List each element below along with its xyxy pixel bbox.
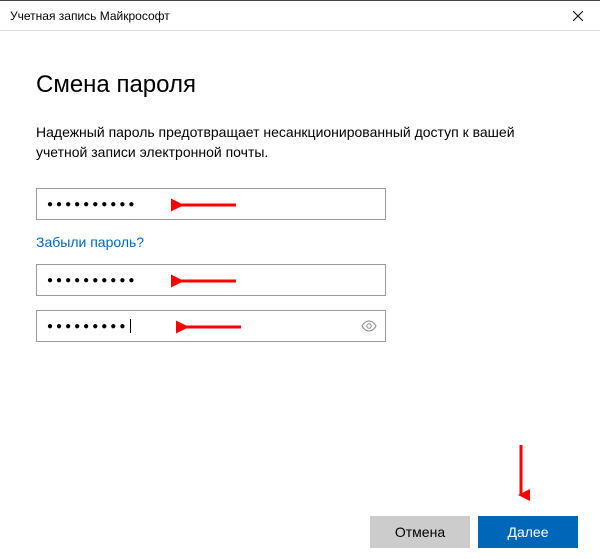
current-password-field-wrap: ●●●●●●●●●●: [36, 188, 564, 220]
new-password-field-wrap: ●●●●●●●●●●: [36, 264, 564, 296]
close-icon: [573, 11, 583, 21]
cancel-button[interactable]: Отмена: [370, 516, 470, 548]
dialog-window: Учетная запись Майкрософт Смена пароля Н…: [0, 0, 600, 559]
page-description: Надежный пароль предотвращает несанкцион…: [36, 123, 564, 162]
titlebar: Учетная запись Майкрософт: [0, 1, 600, 31]
confirm-password-input[interactable]: ●●●●●●●●●: [36, 310, 386, 342]
next-button[interactable]: Далее: [478, 516, 578, 548]
close-button[interactable]: [555, 1, 600, 31]
password-mask: ●●●●●●●●●: [47, 321, 128, 332]
window-title: Учетная запись Майкрософт: [10, 9, 170, 23]
new-password-input[interactable]: ●●●●●●●●●●: [36, 264, 386, 296]
content-area: Смена пароля Надежный пароль предотвраща…: [0, 31, 600, 504]
page-title: Смена пароля: [36, 71, 564, 99]
confirm-password-field-wrap: ●●●●●●●●●: [36, 310, 564, 342]
forgot-password-link[interactable]: Забыли пароль?: [36, 234, 564, 250]
footer-buttons: Отмена Далее: [0, 504, 600, 559]
eye-icon: [361, 320, 377, 332]
text-cursor: [130, 319, 131, 333]
current-password-input[interactable]: ●●●●●●●●●●: [36, 188, 386, 220]
reveal-password-button[interactable]: [359, 316, 379, 336]
password-mask: ●●●●●●●●●●: [47, 275, 137, 286]
password-mask: ●●●●●●●●●●: [47, 199, 137, 210]
